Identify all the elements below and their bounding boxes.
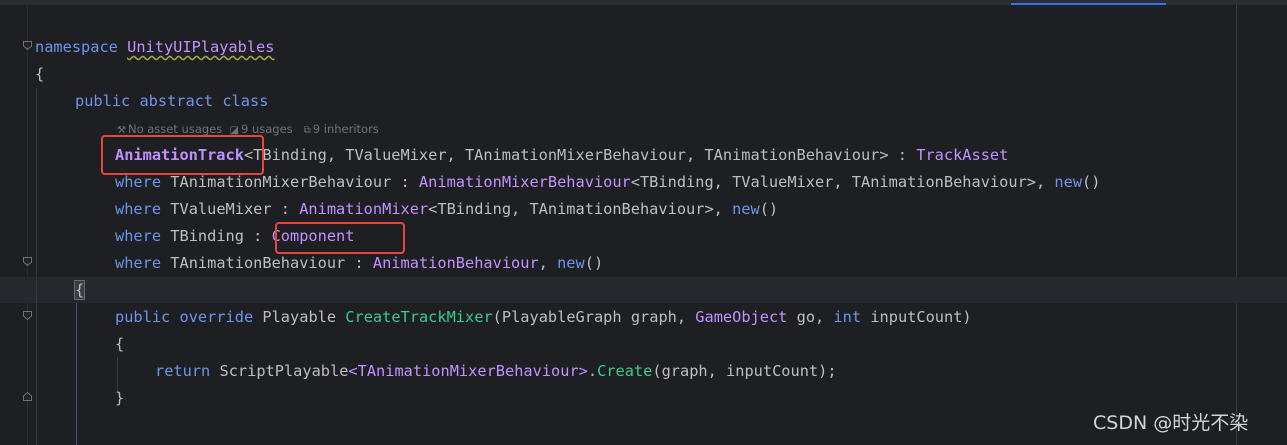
fold-toggle-icon[interactable] — [23, 311, 32, 320]
punctuation: () — [584, 254, 604, 272]
inheritors-hint[interactable]: 9 inheritors — [313, 122, 379, 136]
fold-toggle-icon[interactable] — [23, 257, 32, 266]
usages-hint[interactable]: 9 usages — [241, 122, 293, 136]
param-type: int — [833, 308, 862, 326]
keyword: new — [1054, 173, 1083, 191]
brace: { — [35, 65, 45, 83]
indent-guide — [36, 88, 37, 445]
code-line-brace[interactable]: { — [35, 61, 44, 88]
inheritors-icon: ⧉ — [303, 125, 311, 136]
constraint-text: <TBinding, TValueMixer, TAnimationBehavi… — [630, 173, 1055, 191]
annotation-box-component — [275, 222, 405, 254]
constraint-text: TValueMixer : — [161, 200, 300, 218]
code-line-where-4[interactable]: where TAnimationBehaviour : AnimationBeh… — [115, 250, 603, 277]
indent-guide — [76, 303, 77, 445]
caret-line-highlight — [0, 277, 1287, 303]
generic-params: <TBinding, TValueMixer, TAnimationMixerB… — [243, 146, 917, 164]
keyword: where — [115, 227, 162, 245]
gutter-border — [27, 5, 28, 445]
punctuation: () — [759, 200, 779, 218]
punctuation: () — [1082, 173, 1101, 191]
type-ref[interactable]: AnimationBehaviour — [373, 254, 539, 272]
annotation-box-animation-track — [101, 135, 264, 175]
base-class[interactable]: TrackAsset — [916, 146, 1008, 164]
keyword: namespace — [35, 38, 118, 56]
punctuation: , — [538, 254, 558, 272]
param-type[interactable]: GameObject — [695, 308, 787, 326]
keyword: where — [115, 173, 162, 191]
keyword: public — [115, 308, 171, 326]
param-type[interactable]: PlayableGraph — [502, 308, 622, 326]
fold-end-icon[interactable] — [23, 392, 32, 401]
brace: { — [115, 335, 125, 353]
keyword: new — [732, 200, 760, 218]
fold-toggle-icon[interactable] — [23, 41, 32, 50]
brace: } — [115, 389, 125, 407]
code-line-class-modifiers[interactable]: public abstract class — [75, 88, 268, 115]
code-line-return[interactable]: return ScriptPlayable<TAnimationMixerBeh… — [155, 358, 837, 385]
code-line-method-open-brace[interactable]: { — [115, 331, 124, 358]
method-call[interactable]: Create — [597, 362, 652, 380]
keyword: new — [557, 254, 585, 272]
type-ref[interactable]: AnimationMixer — [299, 200, 428, 218]
code-line-method-close-brace[interactable]: } — [115, 385, 124, 412]
return-type[interactable]: Playable — [262, 308, 336, 326]
code-line-method-decl[interactable]: public override Playable CreateTrackMixe… — [115, 304, 972, 331]
constraint-text: TAnimationBehaviour : — [161, 254, 373, 272]
namespace-name[interactable]: UnityUIPlayables — [127, 38, 274, 56]
generic-arg[interactable]: <TAnimationMixerBehaviour> — [348, 362, 587, 380]
punctuation: . — [587, 362, 598, 380]
call-args: (graph, inputCount); — [652, 362, 837, 380]
punctuation: ( — [492, 308, 502, 326]
constraint-text: TAnimationMixerBehaviour : — [161, 173, 419, 191]
type-ref[interactable]: ScriptPlayable — [219, 362, 348, 380]
keyword: where — [115, 200, 162, 218]
param-name: inputCount) — [861, 308, 972, 326]
constraint-text: TBinding : — [161, 227, 272, 245]
keyword: return — [155, 362, 211, 380]
type-ref[interactable]: AnimationMixerBehaviour — [419, 173, 631, 191]
code-line-namespace[interactable]: namespace UnityUIPlayables — [35, 34, 274, 61]
keyword: public abstract class — [75, 92, 269, 110]
asset-usages-hint[interactable]: No asset usages — [128, 122, 222, 136]
code-line-class-open-brace[interactable]: { — [73, 277, 86, 304]
param-name: go, — [787, 308, 834, 326]
matched-brace: { — [73, 280, 86, 300]
active-tab-indicator — [1011, 3, 1166, 5]
keyword: override — [179, 308, 254, 326]
constraint-text: <TBinding, TAnimationBehaviour>, — [428, 200, 733, 218]
keyword: where — [115, 254, 162, 272]
param-name: graph, — [621, 308, 696, 326]
watermark: CSDN @时光不染 — [1093, 412, 1249, 434]
right-margin-guide — [1236, 5, 1237, 445]
code-line-where-2[interactable]: where TValueMixer : AnimationMixer<TBind… — [115, 196, 778, 223]
method-name[interactable]: CreateTrackMixer — [345, 308, 492, 326]
